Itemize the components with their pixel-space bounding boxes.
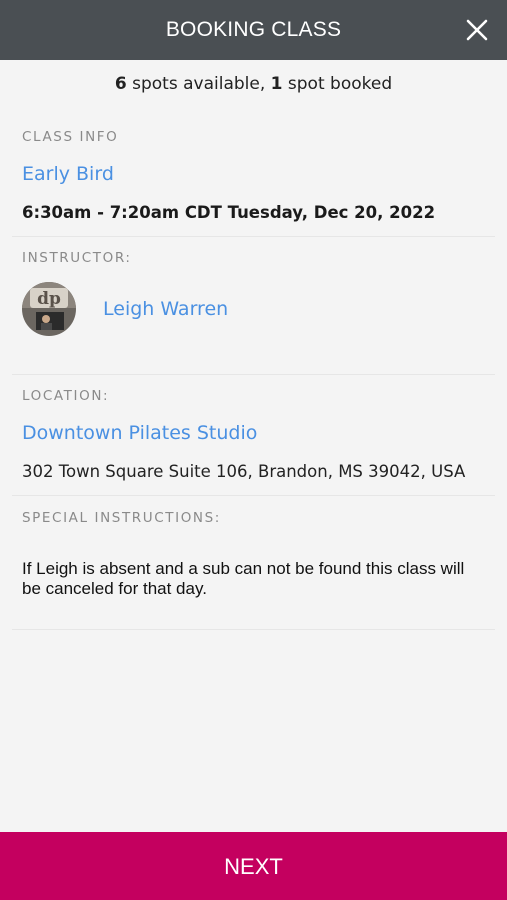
special-instructions-label: SPECIAL INSTRUCTIONS: bbox=[22, 510, 221, 526]
class-time: 6:30am - 7:20am CDT Tuesday, Dec 20, 202… bbox=[22, 203, 436, 222]
spots-available-text: spots available, bbox=[126, 74, 271, 94]
divider bbox=[12, 629, 495, 630]
class-info-label: CLASS INFO bbox=[22, 129, 119, 145]
next-button[interactable]: NEXT bbox=[0, 832, 507, 900]
divider bbox=[12, 236, 495, 237]
spots-booked-text: spot booked bbox=[282, 74, 393, 94]
location-address: 302 Town Square Suite 106, Brandon, MS 3… bbox=[22, 462, 466, 481]
header-bar: BOOKING CLASS bbox=[0, 0, 507, 60]
spots-booked-count: 1 bbox=[270, 74, 283, 94]
page-title: BOOKING CLASS bbox=[165, 18, 342, 41]
divider bbox=[12, 374, 495, 375]
class-info-section: CLASS INFO bbox=[22, 128, 495, 146]
svg-text:dp: dp bbox=[37, 289, 61, 309]
close-button[interactable] bbox=[461, 14, 493, 46]
availability-summary: 6 spots available, 1 spot booked bbox=[0, 72, 507, 96]
class-name-link[interactable]: Early Bird bbox=[22, 162, 495, 186]
location-label: LOCATION: bbox=[22, 388, 110, 404]
divider bbox=[12, 495, 495, 496]
instructor-name-link[interactable]: Leigh Warren bbox=[103, 297, 495, 321]
location-name-link[interactable]: Downtown Pilates Studio bbox=[22, 421, 495, 445]
location-section: LOCATION: bbox=[22, 387, 495, 405]
instructor-section: INSTRUCTOR: bbox=[22, 249, 495, 267]
avatar[interactable]: dp bbox=[22, 282, 76, 336]
special-instructions-text: If Leigh is absent and a sub can not be … bbox=[22, 559, 465, 598]
spots-available-count: 6 bbox=[114, 74, 127, 94]
instructor-label: INSTRUCTOR: bbox=[22, 250, 132, 266]
instructor-photo-icon: dp bbox=[22, 282, 76, 336]
special-instructions-section: SPECIAL INSTRUCTIONS: bbox=[22, 509, 495, 527]
close-icon bbox=[466, 19, 488, 41]
next-button-label: NEXT bbox=[224, 854, 283, 879]
